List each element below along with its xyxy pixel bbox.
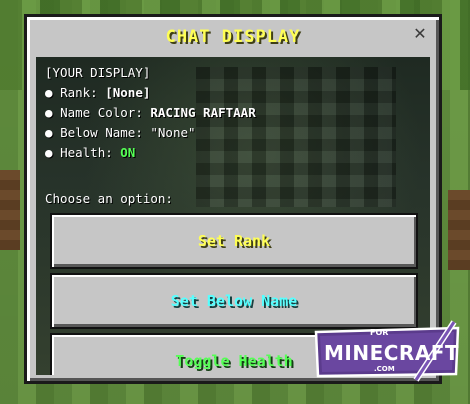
rank-row: ● Rank: [None] (45, 83, 256, 103)
health-label: Health: (60, 145, 121, 160)
health-row: ● Health: ON (45, 143, 256, 163)
below-name-value: "None" (150, 125, 196, 140)
display-header: [YOUR DISPLAY] (45, 65, 151, 80)
tree-trunk-right (448, 190, 470, 270)
bullet-icon: ● (45, 105, 53, 120)
bullet-icon: ● (45, 145, 53, 160)
bullet-icon: ● (45, 85, 53, 100)
below-name-label: Below Name: (60, 125, 151, 140)
name-color-row: ● Name Color: RACING RAFTAAR (45, 103, 256, 123)
tree-trunk-left (0, 170, 20, 250)
display-info: [YOUR DISPLAY] ● Rank: [None] ● Name Col… (45, 63, 256, 163)
name-color-label: Name Color: (60, 105, 151, 120)
below-name-row: ● Below Name: "None" (45, 123, 256, 143)
set-rank-button[interactable]: Set Rank (50, 213, 418, 269)
chat-display-dialog: CHAT DISPLAY ✕ [YOUR DISPLAY] ● Rank: [N… (24, 14, 442, 384)
rank-label: Rank: (60, 85, 106, 100)
name-color-value: RACING RAFTAAR (150, 105, 256, 120)
rank-value: [None] (105, 85, 151, 100)
set-below-name-button[interactable]: Set Below Name (50, 273, 418, 329)
toggle-health-button[interactable]: Toggle Health (50, 333, 418, 375)
dialog-title: CHAT DISPLAY (165, 27, 301, 47)
choose-option-prompt: Choose an option: (45, 191, 173, 206)
close-icon[interactable]: ✕ (411, 25, 429, 43)
dialog-content: [YOUR DISPLAY] ● Rank: [None] ● Name Col… (36, 57, 430, 375)
health-value: ON (120, 145, 136, 160)
bullet-icon: ● (45, 125, 53, 140)
